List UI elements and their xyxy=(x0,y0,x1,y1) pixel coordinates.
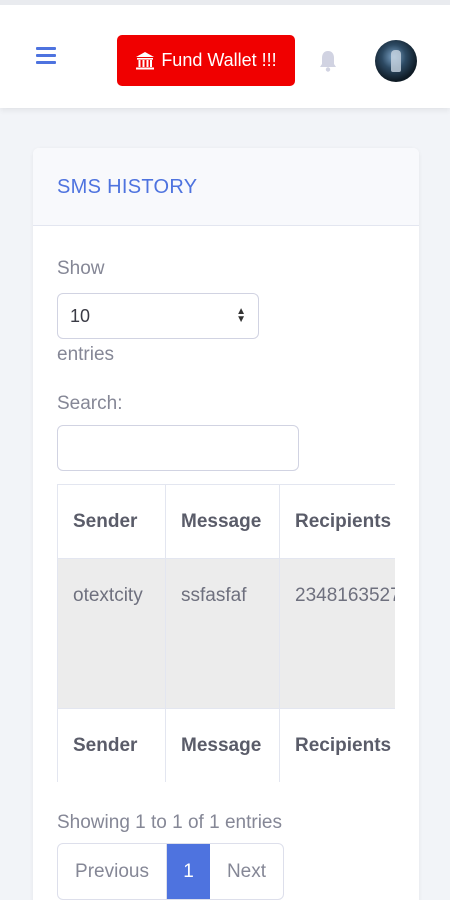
previous-page-button[interactable]: Previous xyxy=(58,844,167,899)
header-sender[interactable]: Sender xyxy=(57,484,166,559)
pagination: Previous 1 Next xyxy=(57,843,284,900)
footer-sender: Sender xyxy=(57,708,166,782)
cell-message: ssfasfaf xyxy=(165,558,280,709)
hamburger-menu-icon[interactable] xyxy=(36,47,56,65)
fund-wallet-button[interactable]: Fund Wallet !!! xyxy=(117,35,295,86)
cell-recipients: 2348163527 xyxy=(279,558,395,709)
cell-sender: otextcity xyxy=(57,558,166,709)
sms-history-table: Sender Message Recipients otextcity ssfa… xyxy=(57,484,395,782)
sms-history-card: SMS HISTORY Show 10 ▲ ▼ entries Search: S… xyxy=(33,148,419,900)
card-header: SMS HISTORY xyxy=(33,148,419,226)
bell-icon[interactable] xyxy=(318,49,338,73)
entries-select-value: 10 xyxy=(70,305,91,326)
footer-recipients: Recipients xyxy=(279,708,395,782)
page-1-button[interactable]: 1 xyxy=(167,844,210,899)
bank-icon xyxy=(135,51,155,71)
topbar: Fund Wallet !!! xyxy=(0,0,450,108)
table-header-row: Sender Message Recipients xyxy=(57,484,395,559)
select-arrows-icon: ▲ ▼ xyxy=(236,306,246,325)
search-input[interactable] xyxy=(57,425,299,471)
entries-select[interactable]: 10 ▲ ▼ xyxy=(57,293,259,339)
search-label: Search: xyxy=(57,393,123,414)
fund-wallet-label: Fund Wallet !!! xyxy=(161,50,277,70)
table-row: otextcity ssfasfaf 2348163527 xyxy=(57,558,395,709)
show-label: Show xyxy=(57,258,105,279)
entries-label: entries xyxy=(57,344,115,365)
page-title: SMS HISTORY xyxy=(57,176,198,198)
header-recipients[interactable]: Recipients xyxy=(279,484,395,559)
sms-table-container[interactable]: Sender Message Recipients otextcity ssfa… xyxy=(57,484,395,782)
table-footer-row: Sender Message Recipients xyxy=(57,708,395,782)
next-page-button[interactable]: Next xyxy=(210,844,283,899)
avatar[interactable] xyxy=(375,40,417,82)
header-message[interactable]: Message xyxy=(165,484,280,559)
footer-message: Message xyxy=(165,708,280,782)
table-info: Showing 1 to 1 of 1 entries xyxy=(57,812,282,833)
